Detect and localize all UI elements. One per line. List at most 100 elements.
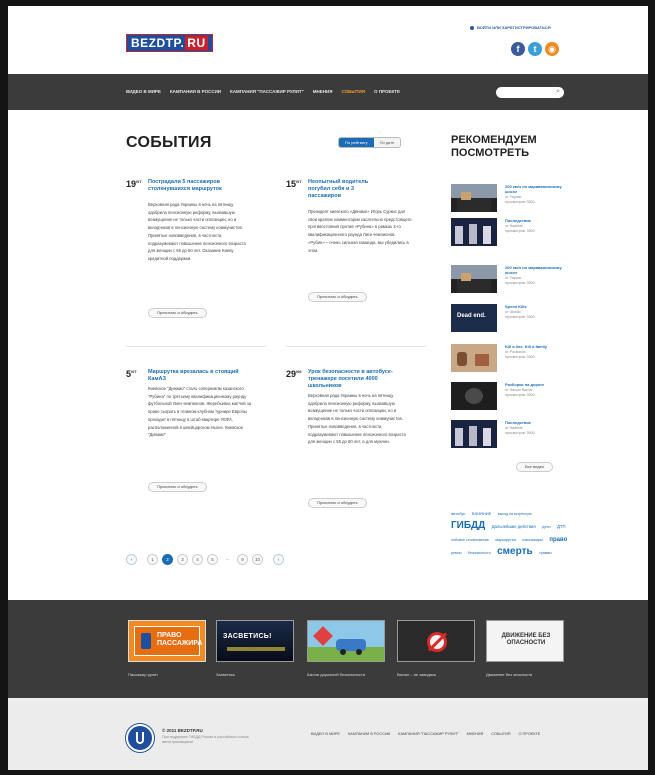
video-title[interactable]: Разборки на дороге (505, 382, 571, 387)
page-number[interactable]: 2 (162, 554, 173, 565)
promo-caption[interactable]: Движение без опасности (486, 672, 536, 678)
video-views: просмотров: 3500 (505, 200, 535, 204)
article-headline[interactable]: Неопытный водитель погубил себя и 3 пасс… (308, 179, 378, 200)
video-title[interactable]: Speed Kills (505, 304, 571, 309)
read-more-button[interactable]: Прочитать и обсудить (308, 498, 367, 508)
promo-card[interactable] (307, 620, 385, 662)
recommended-video[interactable]: 200 км/ч по мараванинскому шоссе от Yapos… (451, 184, 571, 214)
recommended-video[interactable]: Разборки на дороге от Hanuin Barnel просмо… (451, 382, 571, 412)
prev-page-button[interactable]: ‹ (126, 554, 137, 565)
video-thumbnail[interactable] (451, 420, 497, 448)
footer-link[interactable]: КАМПАНИЯ "ПАССАЖИР РУЛИТ" (398, 732, 458, 736)
tag-link[interactable]: ДТП (557, 524, 565, 529)
login-label: ВОЙТИ ИЛИ ЗАРЕГИСТРИРОВАТЬСЯ (477, 25, 551, 30)
page-number[interactable]: 4 (192, 554, 203, 565)
video-views: просмотров: 3500 (505, 431, 535, 435)
nav-item[interactable]: СОБЫТИЯ (342, 89, 366, 94)
recommended-video[interactable]: Последствие от Hadekle просмотров: 3500 (451, 218, 571, 248)
footer-link[interactable]: МНЕНИЯ (467, 732, 484, 736)
read-more-button[interactable]: Прочитать и обсудить (148, 308, 207, 318)
search-input[interactable]: ⌕ (496, 87, 564, 98)
tag-link[interactable]: безопасности (468, 551, 491, 555)
article-headline[interactable]: Маршрутка врезалась в стоящий КамАЗ (148, 369, 243, 383)
video-thumbnail[interactable] (451, 344, 497, 372)
read-more-button[interactable]: Прочитать и обсудить (148, 482, 207, 492)
promo-card-label: ДВИЖЕНИЕ БЕЗ ОПАСНОСТИ (501, 633, 551, 646)
tag-link[interactable]: маршрутка (495, 537, 515, 542)
header: BEZDTP. RU ВОЙТИ ИЛИ ЗАРЕГИСТРИРОВАТЬСЯ f… (8, 6, 648, 74)
logo-text: BEZDTP (131, 36, 181, 50)
article-card: 29/06 Урок безопасности в автобусе-трена… (286, 369, 426, 519)
promo-caption[interactable]: Засветись (216, 672, 296, 678)
page-number[interactable]: 10 (252, 554, 263, 565)
footer-text: При поддержке ГИБДД России и российского… (162, 735, 249, 744)
nav-item[interactable]: О ПРОЕКТЕ (374, 89, 400, 94)
tag-link[interactable]: выход на встречную (498, 512, 532, 516)
video-title[interactable]: Последствие (505, 420, 571, 425)
page-number[interactable]: 1 (147, 554, 158, 565)
article-headline[interactable]: Урок безопасности в автобусе-тренажере п… (308, 369, 403, 390)
tag-link[interactable]: дети (542, 524, 551, 529)
footer: © 2011 BEZDTP.RU При поддержке ГИБДД Рос… (8, 698, 648, 770)
recommended-video[interactable]: 200 км/ч по мараванинскому шоссе от Yapos… (451, 265, 571, 295)
recommended-video[interactable]: Dead end. Speed Kills от Gluslio просмотров… (451, 304, 571, 334)
tag-link[interactable]: смерть (497, 546, 533, 557)
article-card: 19/07 Пострадали 5 пассажиров столкнувши… (126, 179, 266, 329)
login-link[interactable]: ВОЙТИ ИЛИ ЗАРЕГИСТРИРОВАТЬСЯ (470, 25, 551, 30)
tag-link[interactable]: ремни (451, 551, 461, 555)
video-title[interactable]: 200 км/ч по мараванинскому шоссе (505, 265, 571, 275)
article-headline[interactable]: Пострадали 5 пассажиров столкнувшихся ма… (148, 179, 243, 193)
video-thumbnail[interactable]: Dead end. (451, 304, 497, 332)
site-logo[interactable]: BEZDTP. RU (126, 34, 213, 52)
promo-card[interactable] (397, 620, 475, 662)
video-thumbnail[interactable] (451, 218, 497, 246)
tag-link[interactable]: автобус (451, 511, 465, 516)
video-title[interactable]: Kill a line, Kill a family (505, 344, 571, 349)
footer-link[interactable]: КАМПАНИИ В РОССИИ (348, 732, 390, 736)
video-thumbnail[interactable] (451, 184, 497, 212)
nav-item[interactable]: КАМПАНИЯ "ПАССАЖИР РУЛИТ" (230, 89, 304, 94)
recommended-video[interactable]: Kill a line, Kill a family от Pocksinks пр… (451, 344, 571, 374)
footer-logo-icon[interactable] (126, 724, 154, 752)
copyright: © 2011 BEZDTP.RU (162, 728, 203, 733)
page-number[interactable]: 9 (237, 554, 248, 565)
rss-icon[interactable]: ◉ (545, 42, 559, 56)
tag-link[interactable]: ГИБДД (451, 520, 485, 531)
tag-link[interactable]: пассажиры (522, 537, 543, 542)
nav-item[interactable]: МНЕНИЯ (313, 89, 333, 94)
promo-caption[interactable]: Пассажир рулит (128, 672, 208, 678)
pagination: ‹ 1 2 3 4 5... 9 10 › (126, 554, 284, 565)
tag-link[interactable]: лобовое столкновение (451, 538, 489, 542)
recommended-video[interactable]: Последствие от Hadekle просмотров: 3500 (451, 420, 571, 450)
footer-link[interactable]: СОБЫТИЯ (491, 732, 510, 736)
video-thumbnail[interactable] (451, 382, 497, 410)
tag-link[interactable]: травмы (539, 551, 552, 555)
promo-caption[interactable]: Выпил – не заводись (397, 672, 477, 678)
video-thumbnail[interactable] (451, 265, 497, 293)
logo-ru: RU (185, 36, 208, 50)
twitter-icon[interactable]: t (528, 42, 542, 56)
search-icon[interactable]: ⌕ (556, 88, 560, 96)
sort-by-date[interactable]: По дате (373, 138, 401, 147)
promo-card[interactable]: ЗАСВЕТИСЬ! (216, 620, 294, 662)
page-number[interactable]: 5 (207, 554, 218, 565)
promo-card[interactable]: ДВИЖЕНИЕ БЕЗ ОПАСНОСТИ (486, 620, 564, 662)
all-video-button[interactable]: Все видео (516, 462, 554, 472)
promo-card[interactable]: ПРАВО ПАССАЖИРА (128, 620, 206, 662)
sort-by-rating[interactable]: По рейтингу (339, 138, 374, 147)
next-page-button[interactable]: › (273, 554, 284, 565)
tag-link[interactable]: ВЛИЯНИЕ (472, 511, 491, 516)
footer-link[interactable]: О ПРОЕКТЕ (519, 732, 541, 736)
read-more-button[interactable]: Прочитать и обсудить (308, 292, 367, 302)
nav-item[interactable]: ВИДЕО В МИРЕ (126, 89, 161, 94)
tag-link[interactable]: Дальнейшие действия (492, 524, 536, 529)
video-views: просмотров: 3500 (505, 393, 535, 397)
footer-link[interactable]: ВИДЕО В МИРЕ (311, 732, 340, 736)
tag-link[interactable]: право (549, 537, 567, 543)
nav-item[interactable]: КАМПАНИИ В РОССИИ (170, 89, 221, 94)
page-number[interactable]: 3 (177, 554, 188, 565)
promo-caption[interactable]: Школа дорожной безопасности (307, 672, 367, 678)
video-title[interactable]: 200 км/ч по мараванинскому шоссе (505, 184, 571, 194)
video-title[interactable]: Последствие (505, 218, 571, 223)
facebook-icon[interactable]: f (511, 42, 525, 56)
